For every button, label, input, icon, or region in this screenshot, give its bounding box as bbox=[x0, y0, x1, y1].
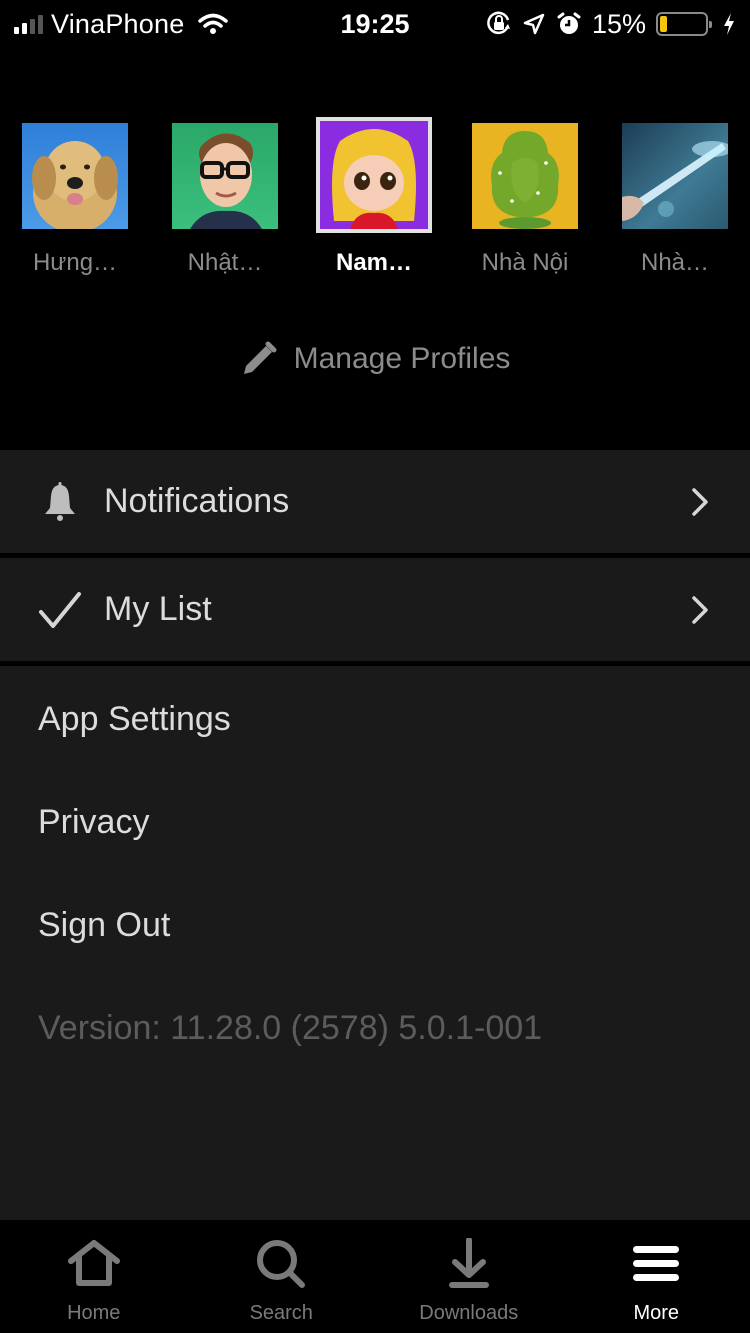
app-settings-item[interactable]: App Settings bbox=[38, 700, 231, 739]
profile-item-active[interactable]: Nam… bbox=[299, 117, 449, 277]
menu-icon bbox=[633, 1246, 680, 1281]
tab-home[interactable]: Home bbox=[0, 1220, 188, 1333]
tab-label: Home bbox=[67, 1302, 121, 1324]
profile-switcher: Hưng… Nhật… Nam… Nhà Nội Nhà… bbox=[0, 117, 750, 287]
status-bar: VinaPhone 19:25 15% bbox=[0, 0, 750, 48]
version-text: Version: 11.28.0 (2578) 5.0.1-001 bbox=[38, 1009, 543, 1047]
tab-label: More bbox=[633, 1302, 680, 1324]
profile-name: Nhà Nội bbox=[481, 249, 569, 276]
profile-avatar-light-beam bbox=[622, 123, 728, 229]
home-icon bbox=[67, 1240, 120, 1286]
profile-avatar-tree bbox=[472, 123, 578, 229]
wifi-icon bbox=[198, 13, 229, 34]
orientation-lock-icon bbox=[487, 11, 510, 35]
notifications-row[interactable]: Notifications bbox=[0, 450, 750, 553]
download-icon bbox=[448, 1238, 489, 1288]
my-list-label: My List bbox=[104, 590, 212, 628]
battery-icon bbox=[656, 12, 712, 36]
divider bbox=[0, 661, 750, 666]
alarm-icon bbox=[557, 12, 581, 34]
profile-item[interactable]: Hưng… bbox=[0, 117, 150, 277]
profile-avatar-doll bbox=[316, 117, 432, 233]
tab-label: Downloads bbox=[419, 1302, 519, 1324]
signal-icon bbox=[14, 14, 43, 34]
tab-bar: Home Search Downloads More bbox=[0, 1220, 750, 1333]
profile-name: Nhà… bbox=[640, 249, 710, 276]
charging-icon bbox=[724, 13, 734, 35]
notifications-label: Notifications bbox=[104, 482, 290, 520]
tab-label: Search bbox=[249, 1302, 313, 1324]
profile-name: Nam… bbox=[335, 249, 413, 276]
profile-avatar-man bbox=[172, 123, 278, 229]
my-list-row[interactable]: My List bbox=[0, 558, 750, 661]
chevron-right-icon bbox=[692, 487, 708, 516]
profile-name: Nhật… bbox=[187, 249, 263, 276]
profile-name: Hưng… bbox=[32, 249, 118, 276]
battery-percent: 15% bbox=[591, 8, 646, 39]
tab-search[interactable]: Search bbox=[188, 1220, 376, 1333]
chevron-right-icon bbox=[692, 595, 708, 624]
manage-profiles-button[interactable]: Manage Profiles bbox=[0, 340, 750, 378]
profile-avatar-dog bbox=[22, 123, 128, 229]
search-icon bbox=[257, 1240, 306, 1288]
location-icon bbox=[523, 13, 545, 35]
tab-downloads[interactable]: Downloads bbox=[375, 1220, 563, 1333]
carrier-name: VinaPhone bbox=[51, 8, 185, 39]
profile-item[interactable]: Nhà… bbox=[600, 117, 750, 277]
tab-more[interactable]: More bbox=[563, 1220, 750, 1333]
checkmark-icon bbox=[39, 591, 81, 628]
profile-item[interactable]: Nhà Nội bbox=[450, 117, 600, 277]
bell-icon bbox=[45, 481, 75, 521]
manage-profiles-label: Manage Profiles bbox=[293, 342, 511, 375]
pencil-icon bbox=[243, 341, 277, 374]
sign-out-item[interactable]: Sign Out bbox=[38, 906, 170, 945]
privacy-item[interactable]: Privacy bbox=[38, 803, 149, 842]
profile-item[interactable]: Nhật… bbox=[150, 117, 300, 277]
